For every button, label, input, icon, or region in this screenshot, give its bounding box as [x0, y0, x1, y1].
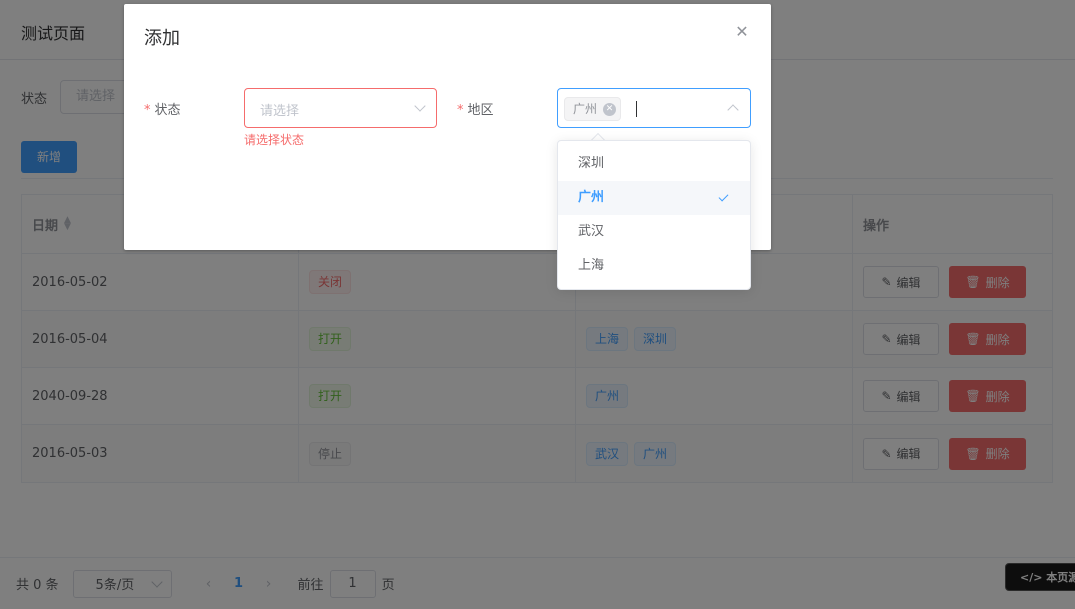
- region-option-label: 广州: [578, 190, 605, 205]
- check-icon: [718, 191, 729, 202]
- region-label-text: 地区: [467, 103, 494, 118]
- dialog-title: 添加: [144, 28, 180, 49]
- state-error-message: 请选择状态: [244, 133, 305, 147]
- chevron-up-icon: [727, 104, 739, 116]
- text-caret: [636, 101, 637, 117]
- region-option-selected[interactable]: 广州: [558, 181, 750, 215]
- required-marker: *: [144, 103, 151, 118]
- state-label-text: 状态: [154, 103, 181, 118]
- region-select[interactable]: 广州 ✕: [557, 88, 751, 128]
- tag-close-icon[interactable]: ✕: [603, 102, 617, 116]
- region-selected-tag: 广州 ✕: [564, 97, 622, 121]
- close-icon[interactable]: ✕: [734, 22, 750, 42]
- region-selected-tag-label: 广州: [573, 102, 598, 116]
- chevron-down-icon: [414, 100, 426, 112]
- region-option[interactable]: 深圳: [558, 147, 750, 181]
- state-select-placeholder: 请选择: [260, 104, 300, 119]
- region-dropdown: 深圳 广州 武汉 上海: [557, 140, 751, 290]
- state-field-label: * 状态: [144, 99, 181, 118]
- required-marker: *: [457, 103, 464, 118]
- region-option[interactable]: 上海: [558, 249, 750, 283]
- region-field-label: * 地区: [457, 99, 494, 118]
- region-option[interactable]: 武汉: [558, 215, 750, 249]
- state-select[interactable]: 请选择: [244, 88, 437, 128]
